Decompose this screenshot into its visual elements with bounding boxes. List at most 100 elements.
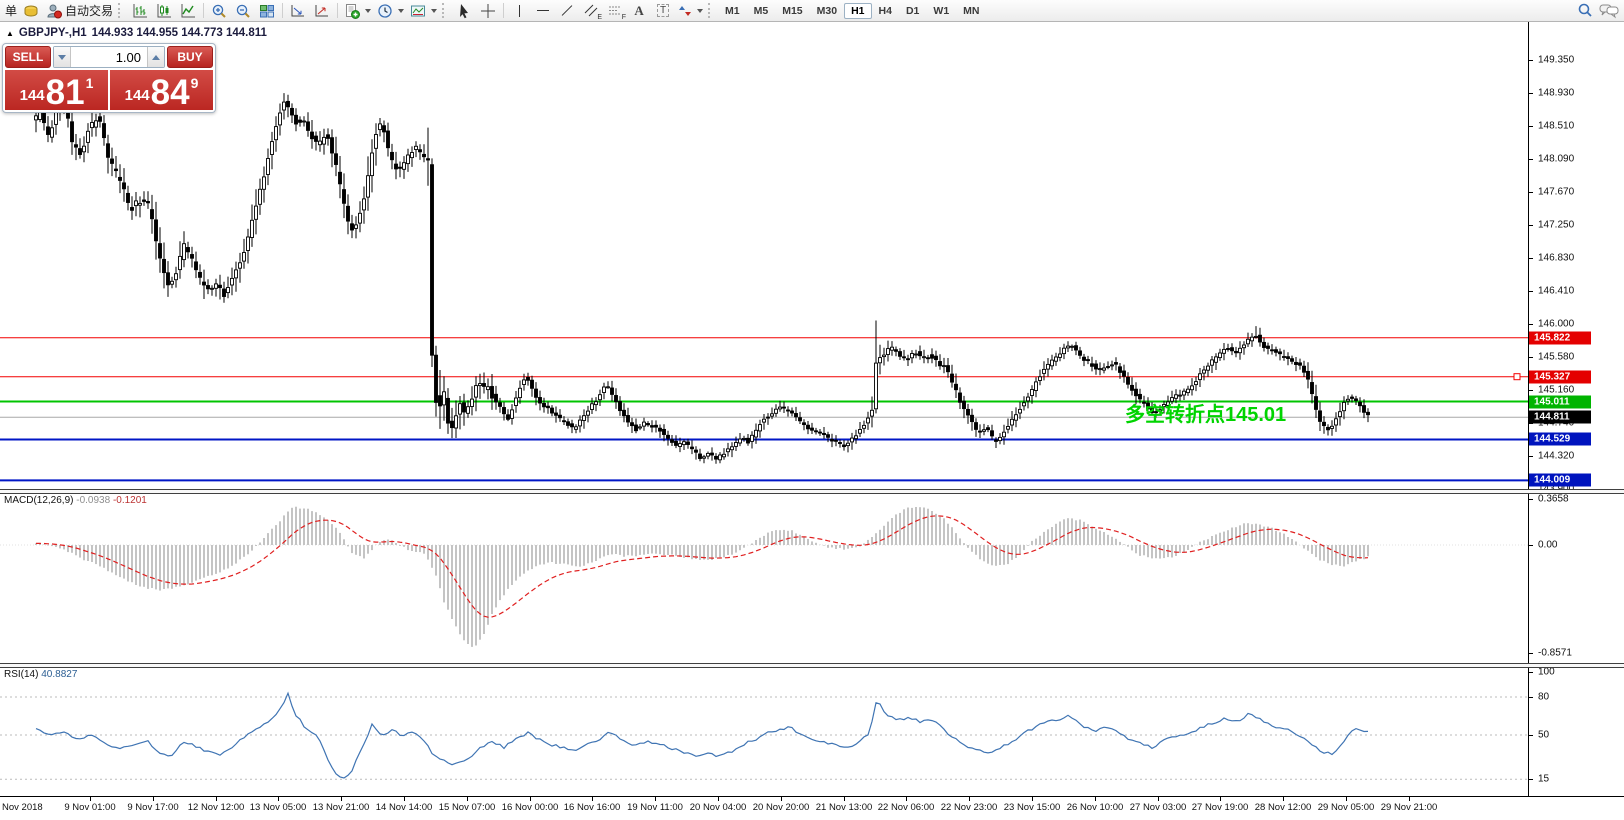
ohlc-values: 144.933 144.955 144.773 144.811: [92, 27, 267, 39]
time-tick-label: 22 Nov 06:00: [878, 802, 935, 813]
dropdown-caret: [431, 9, 437, 13]
tile-windows-icon[interactable]: [255, 1, 279, 21]
price-tick-label: 146.410: [1538, 286, 1574, 297]
template-button[interactable]: [407, 1, 440, 21]
channel-tool-label: E: [597, 14, 602, 21]
price-tick-label: 145.580: [1538, 352, 1574, 363]
time-tick-label: 9 Nov 01:00: [64, 802, 115, 813]
search-icon[interactable]: [1573, 1, 1597, 21]
time-tick-label: 16 Nov 00:00: [502, 802, 559, 813]
time-tick-label: 12 Nov 12:00: [188, 802, 245, 813]
timeframe-m1[interactable]: M1: [718, 3, 747, 19]
terminal-window: 单 自动交易: [0, 0, 1624, 820]
indicator-window-icon[interactable]: [286, 1, 310, 21]
text-label-tool-icon[interactable]: T: [651, 1, 675, 21]
time-tick-label: 29 Nov 05:00: [1318, 802, 1375, 813]
horizontal-line-tool-icon[interactable]: [531, 1, 555, 21]
fibonacci-tool-icon[interactable]: F: [603, 1, 627, 21]
time-tick-label: 14 Nov 14:00: [376, 802, 433, 813]
volume-decrease-button[interactable]: [54, 47, 71, 67]
autotrade-icon: [46, 3, 62, 19]
zoom-out-icon[interactable]: [231, 1, 255, 21]
toolbar-grip[interactable]: [708, 3, 714, 18]
price-level-badge: 145.822: [1529, 332, 1591, 345]
price-axis[interactable]: 149.350148.930148.510148.090147.670147.2…: [1528, 22, 1624, 796]
symbol-title: GBPJPY-,H1: [19, 27, 87, 39]
price-tick-label: 149.350: [1538, 55, 1574, 66]
timeframe-mn[interactable]: MN: [956, 3, 986, 19]
cursor-icon[interactable]: [452, 1, 476, 21]
candlestick-chart-type-icon[interactable]: [152, 1, 176, 21]
time-tick-label: 9 Nov 17:00: [127, 802, 178, 813]
price-level-badge: 144.529: [1529, 433, 1591, 446]
chat-icon[interactable]: [1597, 1, 1621, 21]
price-tick-label: 147.670: [1538, 187, 1574, 198]
macd-label: MACD(12,26,9) -0.0938 -0.1201: [4, 495, 147, 506]
timeframe-w1[interactable]: W1: [926, 3, 956, 19]
timeframe-m30[interactable]: M30: [810, 3, 844, 19]
add-indicator-button[interactable]: [341, 1, 374, 21]
price-level-badge: 145.327: [1529, 371, 1591, 384]
dropdown-caret: [365, 9, 371, 13]
crosshair-icon[interactable]: [476, 1, 500, 21]
price-tick-label: 146.830: [1538, 253, 1574, 264]
autotrade-label: 自动交易: [65, 2, 113, 19]
buy-button[interactable]: BUY: [167, 46, 213, 68]
toolbar: 单 自动交易: [0, 0, 1624, 22]
time-tick-label: 27 Nov 03:00: [1130, 802, 1187, 813]
new-order-label[interactable]: 单: [5, 2, 17, 19]
time-tick-label: Nov 2018: [2, 802, 43, 813]
arrows-tool-button[interactable]: [675, 1, 706, 21]
time-tick-label: 20 Nov 04:00: [690, 802, 747, 813]
periodicity-button[interactable]: [374, 1, 407, 21]
toolbar-grip[interactable]: [118, 3, 124, 18]
indicator-window-alt-icon[interactable]: [310, 1, 334, 21]
volume-value[interactable]: 1.00: [71, 47, 147, 67]
chart-text-annotation: 多空转折点145.01: [1125, 398, 1286, 427]
buy-price-box[interactable]: 144849: [110, 70, 213, 110]
timeframe-h4[interactable]: H4: [872, 3, 899, 19]
price-tick-label: 146.000: [1538, 319, 1574, 330]
toolbar-grip[interactable]: [442, 3, 448, 18]
add-indicator-icon: [344, 3, 360, 19]
new-order-icon[interactable]: [19, 1, 43, 21]
collapse-triangle-icon[interactable]: ▲: [6, 29, 14, 38]
zoom-in-icon[interactable]: [207, 1, 231, 21]
time-tick-label: 28 Nov 12:00: [1255, 802, 1312, 813]
timeframe-group: M1M5M15M30H1H4D1W1MN: [718, 3, 986, 19]
timeframe-m15[interactable]: M15: [775, 3, 809, 19]
vertical-line-tool-icon[interactable]: [507, 1, 531, 21]
chart-canvas[interactable]: [0, 22, 1528, 820]
time-tick-label: 16 Nov 16:00: [564, 802, 621, 813]
volume-increase-button[interactable]: [147, 47, 164, 67]
macd-tick-label: 0.00: [1538, 540, 1557, 551]
price-tick-label: 144.320: [1538, 451, 1574, 462]
channel-tool-icon[interactable]: E: [579, 1, 603, 21]
trendline-tool-icon[interactable]: [555, 1, 579, 21]
text-tool-icon[interactable]: A: [627, 1, 651, 21]
bar-chart-type-icon[interactable]: [128, 1, 152, 21]
sell-price-box[interactable]: 144811: [5, 70, 108, 110]
price-tick-label: 147.250: [1538, 220, 1574, 231]
symbol-ohlc-line: ▲ GBPJPY-,H1 144.933 144.955 144.773 144…: [6, 27, 267, 39]
rsi-pane-splitter[interactable]: [0, 663, 1624, 668]
time-axis[interactable]: Nov 2018 9 Nov 01:00 9 Nov 17:00 12 Nov 12:…: [0, 796, 1624, 820]
macd-pane-splitter[interactable]: [0, 489, 1624, 494]
time-tick-label: 15 Nov 07:00: [439, 802, 496, 813]
timeframe-h1[interactable]: H1: [844, 3, 871, 19]
template-icon: [410, 3, 426, 19]
arrows-icon: [678, 3, 692, 19]
line-chart-type-icon[interactable]: [176, 1, 200, 21]
macd-tick-label: -0.8571: [1538, 648, 1572, 659]
price-tick-label: 148.510: [1538, 121, 1574, 132]
rsi-tick-label: 50: [1538, 730, 1549, 741]
timeframe-m5[interactable]: M5: [747, 3, 776, 19]
clock-icon: [377, 3, 393, 19]
sell-button[interactable]: SELL: [5, 46, 51, 68]
macd-tick-label: 0.3658: [1538, 494, 1569, 505]
price-tick-label: 148.930: [1538, 88, 1574, 99]
time-tick-label: 13 Nov 05:00: [250, 802, 307, 813]
rsi-tick-label: 80: [1538, 692, 1549, 703]
autotrade-button[interactable]: 自动交易: [43, 1, 116, 21]
timeframe-d1[interactable]: D1: [899, 3, 926, 19]
